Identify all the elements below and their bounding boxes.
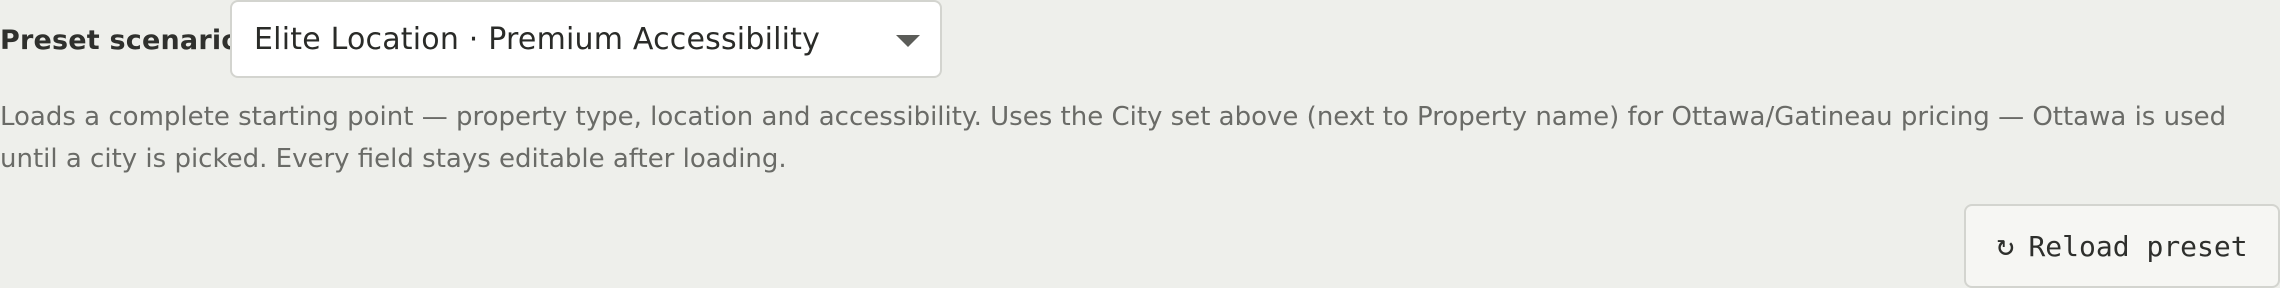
reload-preset-button[interactable]: ↻ Reload preset (1964, 204, 2280, 288)
preset-scenario-selected-value: Elite Location · Premium Accessibility (254, 21, 821, 57)
preset-help-text: Loads a complete starting point — proper… (0, 102, 2227, 174)
preset-scenario-label: Preset scenario (0, 24, 241, 56)
preset-scenario-row: Preset scenario (0, 0, 240, 80)
reload-preset-label: Reload preset (2028, 229, 2248, 263)
refresh-icon: ↻ (1996, 228, 2015, 263)
preset-scenario-select[interactable]: Elite Location · Premium Accessibility (230, 0, 942, 78)
chevron-down-icon (896, 35, 920, 47)
